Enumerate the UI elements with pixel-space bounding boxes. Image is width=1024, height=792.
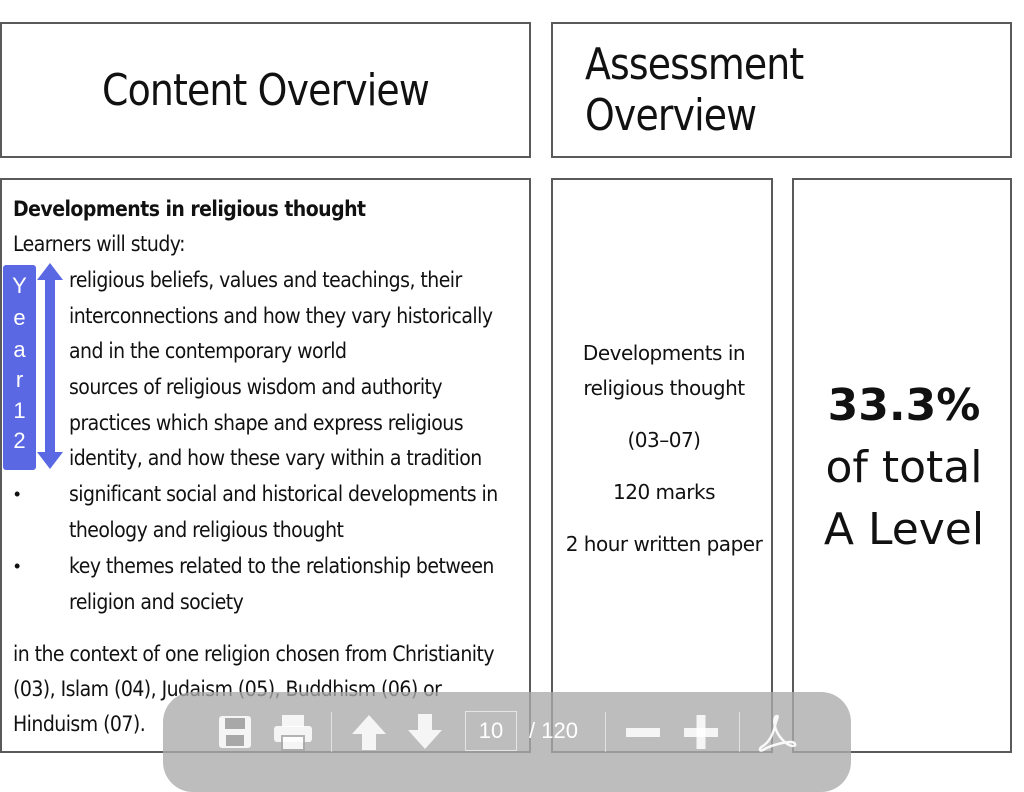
weighting-line: A Level bbox=[823, 504, 985, 555]
bullet-point: • bbox=[14, 484, 21, 504]
badge-letter: Y bbox=[12, 273, 27, 298]
next-page-icon[interactable] bbox=[405, 712, 445, 752]
study-line: identity, and how these vary within a tr… bbox=[69, 446, 482, 470]
assessment-title-line: religious thought bbox=[583, 376, 745, 400]
previous-page-icon[interactable] bbox=[349, 712, 389, 752]
badge-letter: 1 bbox=[13, 398, 26, 423]
context-line: in the context of one religion chosen fr… bbox=[13, 642, 495, 666]
badge-letter: r bbox=[15, 367, 24, 392]
study-line: significant social and historical develo… bbox=[69, 482, 498, 506]
study-line: religious beliefs, values and teachings,… bbox=[69, 268, 462, 292]
zoom-in-icon[interactable] bbox=[681, 712, 721, 752]
study-line: key themes related to the relationship b… bbox=[69, 554, 494, 578]
year-12-badge: Y e a r 1 2 bbox=[3, 265, 36, 470]
acrobat-icon[interactable] bbox=[757, 712, 797, 752]
double-arrow-icon bbox=[37, 263, 63, 469]
assessment-panel: Developments in religious thought (03–07… bbox=[551, 178, 773, 753]
content-overview-header: Content Overview bbox=[0, 22, 531, 158]
content-title: Developments in religious thought bbox=[13, 197, 366, 221]
page-total: / 120 bbox=[529, 718, 578, 743]
toolbar-divider bbox=[739, 712, 740, 752]
study-line: interconnections and how they vary histo… bbox=[69, 304, 493, 328]
content-overview-title: Content Overview bbox=[102, 64, 430, 116]
zoom-out-icon[interactable] bbox=[623, 712, 663, 752]
assessment-title-line: Developments in bbox=[582, 341, 746, 365]
paper-duration: 2 hour written paper bbox=[565, 532, 763, 556]
assessment-overview-header: Assessment Overview bbox=[551, 22, 1012, 158]
badge-letter: 2 bbox=[13, 428, 26, 453]
weighting-line: of total bbox=[825, 442, 983, 493]
content-panel: Developments in religious thought Learne… bbox=[0, 178, 531, 753]
badge-letter: e bbox=[13, 305, 26, 330]
context-line: Hinduism (07). bbox=[13, 712, 146, 736]
toolbar-divider bbox=[605, 712, 606, 752]
content-intro: Learners will study: bbox=[13, 232, 185, 256]
save-icon[interactable] bbox=[215, 712, 255, 752]
study-line: practices which shape and express religi… bbox=[69, 411, 464, 435]
bullet-point: • bbox=[14, 556, 21, 576]
assessment-overview-title: Assessment Overview bbox=[584, 39, 804, 141]
study-line: religion and society bbox=[69, 590, 244, 614]
print-icon[interactable] bbox=[271, 712, 315, 752]
page-number-input[interactable]: 10 bbox=[465, 711, 517, 751]
weighting-panel: 33.3% of total A Level bbox=[792, 178, 1012, 753]
study-line: theology and religious thought bbox=[69, 518, 344, 542]
badge-letter: a bbox=[13, 337, 26, 362]
toolbar-divider bbox=[331, 712, 332, 752]
marks-total: 120 marks bbox=[613, 480, 716, 504]
component-codes: (03–07) bbox=[627, 428, 701, 452]
study-line: and in the contemporary world bbox=[69, 339, 347, 363]
study-line: sources of religious wisdom and authorit… bbox=[69, 375, 443, 399]
weighting-percent: 33.3% bbox=[827, 380, 981, 431]
pdf-toolbar: 10 / 120 bbox=[163, 692, 851, 792]
